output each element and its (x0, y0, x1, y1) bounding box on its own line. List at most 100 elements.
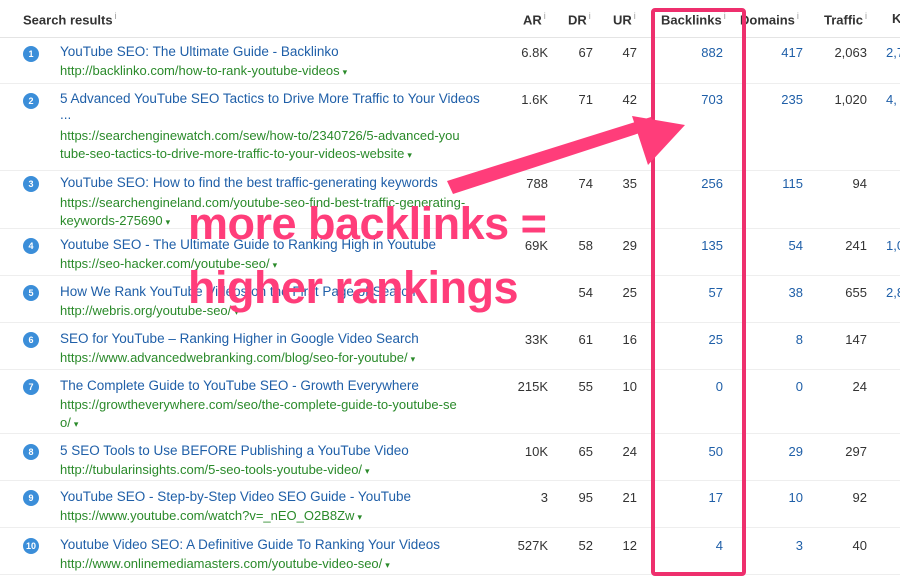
result-url-line[interactable]: https://growtheverywhere.com/seo/the-com… (60, 396, 500, 414)
result-title-link[interactable]: YouTube SEO - Step-by-Step Video SEO Gui… (60, 489, 411, 504)
cell-ar: 6.8K (521, 45, 548, 60)
result-url-line[interactable]: http://www.onlinemediamasters.com/youtub… (60, 555, 500, 574)
result-url-text[interactable]: o/ (60, 415, 71, 430)
cell-domains[interactable]: 417 (781, 45, 803, 60)
table-row: 7 The Complete Guide to YouTube SEO - Gro… (0, 370, 900, 434)
result-title-link[interactable]: 5 Advanced YouTube SEO Tactics to Drive … (60, 91, 480, 106)
url-dropdown-arrow-icon[interactable]: ▾ (166, 217, 171, 227)
cell-dr: 54 (578, 285, 593, 300)
cell-keywords[interactable]: 1,0 (886, 238, 900, 253)
result-url-line[interactable]: https://www.advancedwebranking.com/blog/… (60, 349, 500, 368)
cell-domains[interactable]: 115 (782, 176, 803, 191)
cell-domains[interactable]: 3 (796, 538, 803, 553)
result-url-text[interactable]: https://www.youtube.com/watch?v=_nEO_O2B… (60, 508, 354, 523)
rank-badge: 9 (23, 490, 39, 506)
url-dropdown-arrow-icon[interactable]: ▾ (74, 419, 79, 429)
result-title-link[interactable]: SEO for YouTube – Ranking Higher in Goog… (60, 331, 419, 346)
cell-ur: 42 (622, 92, 637, 107)
info-icon[interactable]: i (115, 11, 117, 21)
result-url-line[interactable]: tube-seo-tactics-to-drive-more-traffic-t… (60, 145, 500, 164)
info-icon[interactable]: i (724, 11, 726, 21)
cell-keywords[interactable]: 2,7 (886, 45, 900, 60)
cell-domains[interactable]: 54 (789, 238, 803, 253)
url-dropdown-arrow-icon[interactable]: ▾ (407, 150, 412, 160)
result-url-line[interactable]: http://backlinko.com/how-to-rank-youtube… (60, 62, 500, 81)
cell-traffic: 24 (852, 379, 867, 394)
url-dropdown-arrow-icon[interactable]: ▾ (365, 466, 370, 476)
result-url-text[interactable]: tube-seo-tactics-to-drive-more-traffic-t… (60, 146, 404, 161)
cell-ar: 527K (517, 538, 548, 553)
result-title-link[interactable]: The Complete Guide to YouTube SEO - Grow… (60, 378, 419, 393)
cell-backlinks[interactable]: 256 (701, 176, 723, 191)
header-ar[interactable]: AR i (523, 11, 546, 27)
table-row: 2 5 Advanced YouTube SEO Tactics to Drive… (0, 84, 900, 171)
result-url[interactable]: https://www.youtube.com/watch?v=_nEO_O2B… (60, 507, 500, 526)
header-domains[interactable]: Domains i (740, 11, 799, 27)
cell-domains[interactable]: 8 (796, 332, 803, 347)
cell-traffic: 40 (852, 538, 867, 553)
result-url-line[interactable]: http://tubularinsights.com/5-seo-tools-y… (60, 461, 500, 480)
cell-backlinks[interactable]: 17 (709, 490, 723, 505)
cell-dr: 95 (578, 490, 593, 505)
cell-ar: 3 (540, 490, 548, 505)
result-url-text[interactable]: keywords-275690 (60, 213, 163, 228)
cell-dr: 65 (578, 444, 593, 459)
cell-backlinks[interactable]: 50 (709, 444, 723, 459)
table-row: 10 Youtube Video SEO: A Definitive Guide … (0, 528, 900, 575)
header-keywords[interactable]: K (892, 11, 900, 26)
cell-backlinks[interactable]: 57 (709, 285, 723, 300)
result-url[interactable]: http://tubularinsights.com/5-seo-tools-y… (60, 461, 500, 480)
result-title-link[interactable]: YouTube SEO: How to find the best traffi… (60, 175, 438, 190)
info-icon[interactable]: i (589, 11, 591, 21)
result-url[interactable]: https://www.advancedwebranking.com/blog/… (60, 349, 500, 368)
result-url-line[interactable]: https://www.youtube.com/watch?v=_nEO_O2B… (60, 507, 500, 526)
result-url-text[interactable]: http://backlinko.com/how-to-rank-youtube… (60, 63, 340, 78)
cell-backlinks[interactable]: 135 (701, 238, 723, 253)
info-icon[interactable]: i (544, 11, 546, 21)
result-title-link[interactable]: YouTube SEO: The Ultimate Guide - Backli… (60, 44, 339, 59)
result-title-link[interactable]: Youtube Video SEO: A Definitive Guide To… (60, 537, 440, 552)
cell-dr: 61 (578, 332, 593, 347)
result-url-text[interactable]: https://growtheverywhere.com/seo/the-com… (60, 397, 457, 412)
header-dr[interactable]: DR i (568, 11, 591, 27)
result-url-text[interactable]: http://tubularinsights.com/5-seo-tools-y… (60, 462, 362, 477)
header-ur[interactable]: UR i (613, 11, 636, 27)
cell-backlinks[interactable]: 703 (701, 92, 723, 107)
url-dropdown-arrow-icon[interactable]: ▾ (343, 67, 348, 77)
header-backlinks[interactable]: Backlinks i (661, 11, 726, 27)
info-icon[interactable]: i (797, 11, 799, 21)
result-url-text[interactable]: https://www.advancedwebranking.com/blog/… (60, 350, 408, 365)
cell-backlinks[interactable]: 25 (709, 332, 723, 347)
url-dropdown-arrow-icon[interactable]: ▾ (357, 512, 362, 522)
cell-domains[interactable]: 235 (781, 92, 803, 107)
header-traffic[interactable]: Traffic i (824, 11, 867, 27)
cell-keywords[interactable]: 2,8 (886, 285, 900, 300)
info-icon[interactable]: i (865, 11, 867, 21)
result-url[interactable]: https://growtheverywhere.com/seo/the-com… (60, 396, 500, 433)
info-icon[interactable]: i (634, 11, 636, 21)
cell-keywords[interactable]: 4, (886, 92, 897, 107)
cell-backlinks[interactable]: 4 (716, 538, 723, 553)
cell-traffic: 241 (845, 238, 867, 253)
rank-badge: 1 (23, 46, 39, 62)
cell-dr: 74 (578, 176, 593, 191)
result-url[interactable]: http://www.onlinemediamasters.com/youtub… (60, 555, 500, 574)
result-url[interactable]: https://searchenginewatch.com/sew/how-to… (60, 127, 500, 164)
rank-badge: 4 (23, 238, 39, 254)
result-url-line[interactable]: https://searchenginewatch.com/sew/how-to… (60, 127, 500, 145)
cell-backlinks[interactable]: 882 (701, 45, 723, 60)
cell-backlinks[interactable]: 0 (716, 379, 723, 394)
cell-domains[interactable]: 38 (789, 285, 803, 300)
result-url-text[interactable]: http://www.onlinemediamasters.com/youtub… (60, 556, 382, 571)
cell-domains[interactable]: 10 (789, 490, 803, 505)
result-title-link[interactable]: 5 SEO Tools to Use BEFORE Publishing a Y… (60, 443, 409, 458)
url-dropdown-arrow-icon[interactable]: ▾ (385, 560, 390, 570)
result-url-line[interactable]: o/▾ (60, 414, 500, 433)
result-url[interactable]: http://backlinko.com/how-to-rank-youtube… (60, 62, 500, 81)
cell-domains[interactable]: 29 (789, 444, 803, 459)
cell-domains[interactable]: 0 (796, 379, 803, 394)
cell-ur: 29 (622, 238, 637, 253)
table-row: 9 YouTube SEO - Step-by-Step Video SEO Gu… (0, 481, 900, 528)
url-dropdown-arrow-icon[interactable]: ▾ (411, 354, 416, 364)
result-url-text[interactable]: https://searchenginewatch.com/sew/how-to… (60, 128, 460, 143)
